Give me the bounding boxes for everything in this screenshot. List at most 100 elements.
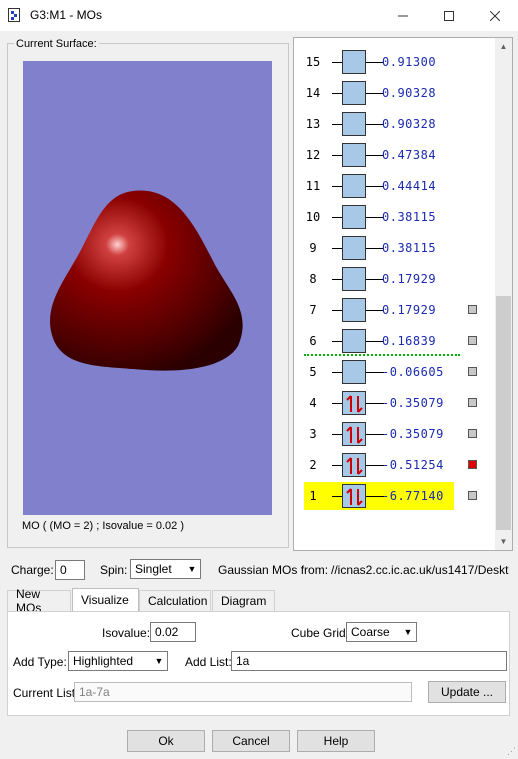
orbital-box[interactable] — [342, 143, 366, 167]
cube-grid-label: Cube Grid: — [291, 626, 350, 640]
orbital-box[interactable] — [342, 112, 366, 136]
orbital-level-line — [332, 496, 342, 497]
orbital-row[interactable]: 5 -0.06605 — [294, 359, 494, 385]
orbital-energy: -0.35079 — [382, 427, 444, 441]
orbital-box[interactable] — [342, 391, 366, 415]
mo-caption: MO ( (MO = 2) ; Isovalue = 0.02 ) — [22, 520, 184, 532]
resize-grip-icon[interactable]: ⋰ — [507, 746, 516, 757]
tab-diagram[interactable]: Diagram — [212, 590, 275, 611]
orbital-number: 1 — [309, 489, 317, 503]
orbital-box[interactable] — [342, 298, 366, 322]
orbital-number: 3 — [309, 427, 317, 441]
title-bar: G3:M1 - MOs — [0, 0, 518, 31]
orbital-energy: -0.51254 — [382, 458, 444, 472]
orbital-surface-checkbox[interactable] — [468, 336, 477, 345]
orbital-number: 9 — [309, 241, 317, 255]
orbital-energy: 0.38115 — [382, 210, 437, 224]
orbital-surface-checkbox[interactable] — [468, 460, 477, 469]
help-button[interactable]: Help — [297, 730, 375, 752]
tab-visualize[interactable]: Visualize — [72, 588, 139, 611]
current-surface-label: Current Surface: — [14, 38, 99, 50]
spin-label: Spin: — [100, 563, 128, 577]
orbital-box[interactable] — [342, 81, 366, 105]
orbital-number: 7 — [309, 303, 317, 317]
orbital-surface-checkbox[interactable] — [468, 429, 477, 438]
orbital-row[interactable]: 3 -0.35079 — [294, 421, 494, 447]
chevron-down-icon: ▼ — [403, 627, 413, 637]
cube-grid-select[interactable]: Coarse ▼ — [346, 622, 417, 642]
orbital-row[interactable]: 4 -0.35079 — [294, 390, 494, 416]
orbital-row[interactable]: 2 -0.51254 — [294, 452, 494, 478]
orbital-row[interactable]: 11 0.44414 — [294, 173, 494, 199]
orbital-row[interactable]: 9 0.38115 — [294, 235, 494, 261]
orbital-level-line — [332, 341, 342, 342]
orbital-number: 14 — [305, 86, 321, 100]
orbital-box[interactable] — [342, 360, 366, 384]
orbital-energy-diagram[interactable]: 15 0.91300 14 0.90328 13 0.90328 12 0.47384 11 0.… — [293, 37, 513, 551]
orbital-row[interactable]: 14 0.90328 — [294, 80, 494, 106]
orbital-row[interactable]: 1 -6.77140 — [294, 482, 494, 510]
orbital-number: 15 — [305, 55, 321, 69]
orbital-box[interactable] — [342, 174, 366, 198]
orbital-surface-checkbox[interactable] — [468, 491, 477, 500]
orbital-box[interactable] — [342, 453, 366, 477]
orbital-energy: 0.38115 — [382, 241, 437, 255]
orbital-number: 2 — [309, 458, 317, 472]
orbital-level-line — [332, 186, 342, 187]
orbital-box[interactable] — [342, 50, 366, 74]
source-label: Gaussian MOs from: — [218, 563, 329, 577]
minimize-button[interactable] — [380, 0, 426, 31]
window-title: G3:M1 - MOs — [30, 8, 103, 22]
current-list-label: Current List: — [13, 686, 79, 700]
orbital-box[interactable] — [342, 422, 366, 446]
orbital-surface-checkbox[interactable] — [468, 305, 477, 314]
orbital-number: 13 — [305, 117, 321, 131]
tab-new-mos[interactable]: New MOs — [7, 587, 71, 615]
orbital-number: 5 — [309, 365, 317, 379]
orbital-row[interactable]: 12 0.47384 — [294, 142, 494, 168]
orbital-box[interactable] — [342, 205, 366, 229]
orbital-row[interactable]: 13 0.90328 — [294, 111, 494, 137]
close-button[interactable] — [472, 0, 518, 31]
add-type-select[interactable]: Highlighted ▼ — [68, 651, 168, 671]
add-list-input[interactable]: 1a — [231, 651, 507, 671]
ok-button[interactable]: Ok — [127, 730, 205, 752]
orbital-surface-render — [50, 190, 243, 371]
orbital-row[interactable]: 6 0.16839 — [294, 328, 494, 354]
update-button[interactable]: Update ... — [428, 681, 506, 703]
orbital-row[interactable]: 7 0.17929 — [294, 297, 494, 323]
orbital-row[interactable]: 15 0.91300 — [294, 49, 494, 75]
isovalue-input[interactable]: 0.02 — [150, 622, 196, 642]
surface-viewport[interactable] — [23, 61, 272, 515]
gaussview-app-icon — [8, 8, 20, 22]
add-type-value: Highlighted — [73, 654, 134, 668]
orbital-energy: 0.16839 — [382, 334, 437, 348]
orbital-energy: 0.90328 — [382, 117, 437, 131]
orbital-surface-checkbox[interactable] — [468, 398, 477, 407]
orbital-box[interactable] — [342, 484, 366, 508]
cancel-button[interactable]: Cancel — [212, 730, 290, 752]
orbital-level-line — [332, 248, 342, 249]
orbital-energy: 0.47384 — [382, 148, 437, 162]
scroll-down-arrow-icon[interactable]: ▼ — [495, 533, 512, 550]
maximize-button[interactable] — [426, 0, 472, 31]
current-list-field: 1a-7a — [74, 682, 412, 702]
orbital-energy: -0.06605 — [382, 365, 444, 379]
orbital-box[interactable] — [342, 329, 366, 353]
charge-input[interactable]: 0 — [55, 560, 85, 580]
add-type-label: Add Type: — [13, 655, 67, 669]
orbital-row[interactable]: 10 0.38115 — [294, 204, 494, 230]
orbital-level-line — [332, 310, 342, 311]
orbital-level-line — [332, 434, 342, 435]
spin-select[interactable]: Singlet ▼ — [130, 559, 201, 579]
electron-pair-icon — [346, 488, 363, 506]
chevron-down-icon: ▼ — [154, 656, 164, 666]
orbital-box[interactable] — [342, 267, 366, 291]
tab-calculation[interactable]: Calculation — [139, 590, 211, 611]
scroll-up-arrow-icon[interactable]: ▲ — [495, 38, 512, 55]
scrollbar-thumb[interactable] — [496, 296, 511, 530]
vertical-scrollbar[interactable]: ▲ ▼ — [495, 38, 512, 550]
orbital-surface-checkbox[interactable] — [468, 367, 477, 376]
orbital-box[interactable] — [342, 236, 366, 260]
orbital-row[interactable]: 8 0.17929 — [294, 266, 494, 292]
